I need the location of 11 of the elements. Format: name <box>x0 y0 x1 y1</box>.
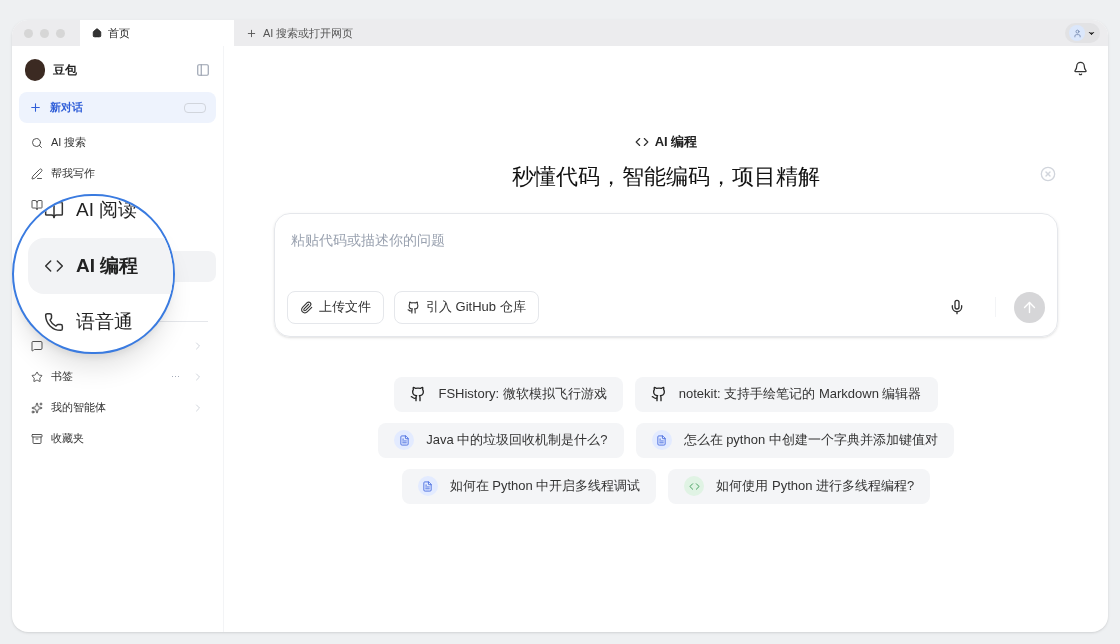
sidebar-item-label: 我的智能体 <box>51 400 106 416</box>
magnified-item: 语音通 <box>76 309 133 334</box>
sidebar-item-label: 帮我写作 <box>51 166 95 182</box>
sidebar-item-label: AI 搜索 <box>51 135 87 151</box>
input-placeholder: 粘贴代码或描述你的问题 <box>290 230 446 250</box>
headline: 秒懂代码，智能编码，项目精解 <box>512 162 820 191</box>
mode-label: AI 编程 <box>654 133 698 151</box>
brand-name: 豆包 <box>53 62 77 79</box>
sidebar-item-label: 书签 <box>51 369 73 385</box>
sidebar-item-label: 收藏夹 <box>51 431 84 447</box>
magnified-item: AI 编程 <box>28 238 173 294</box>
